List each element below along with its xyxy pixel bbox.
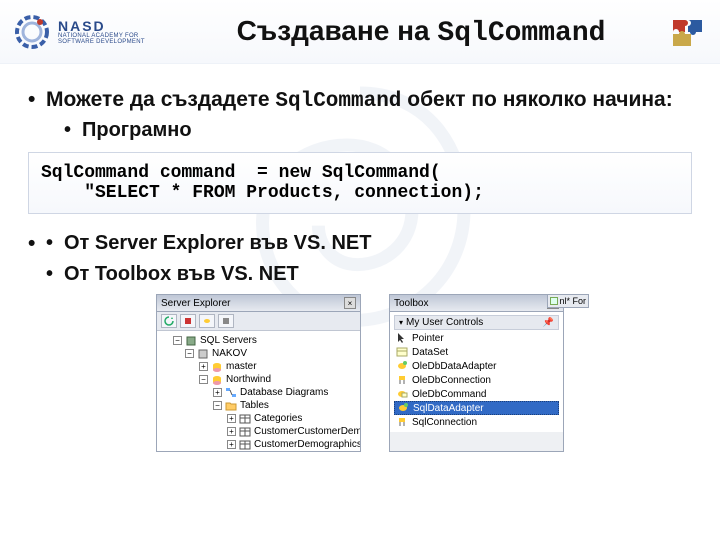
logo: NASD NATIONAL ACADEMY FOR SOFTWARE DEVEL… [12, 12, 182, 52]
server-icon [185, 335, 197, 347]
adapter-icon [397, 402, 409, 414]
toolbox-item[interactable]: SqlConnection [394, 415, 559, 429]
tree-row[interactable]: −Tables [161, 399, 356, 412]
toolbox-titlebar: Toolbox × [390, 295, 563, 312]
puzzle-icon [668, 12, 708, 52]
bullet-sub-1: Програмно [46, 119, 692, 142]
bullet-sub-2: От Server Explorer във VS. NET [28, 232, 692, 255]
toolbar-refresh-button[interactable] [161, 314, 177, 328]
tree-row[interactable]: +CustomerDemographics [161, 438, 356, 451]
tree-row[interactable]: +Database Diagrams [161, 386, 356, 399]
adapter-icon [396, 360, 408, 372]
slide-title: Създаване на SqlCommand [182, 15, 660, 49]
connection-icon [396, 374, 408, 386]
tree-row[interactable]: −Northwind [161, 373, 356, 386]
brand-name: NASD [58, 19, 145, 33]
toolbar-server-button[interactable] [218, 314, 234, 328]
pin-icon[interactable]: 📌 [543, 317, 554, 328]
dataset-icon [396, 346, 408, 358]
overflow-tab: nl* For [547, 294, 589, 308]
toolbox-list[interactable]: ▾ My User Controls 📌 Pointer DataSet Ole… [390, 312, 563, 432]
diagram-icon [225, 387, 237, 399]
brand-subtitle-2: SOFTWARE DEVELOPMENT [58, 39, 145, 45]
toolbox-section-header[interactable]: ▾ My User Controls 📌 [394, 315, 559, 330]
bullet-main-code: SqlCommand [275, 90, 401, 113]
database-icon [211, 374, 223, 386]
toolbox-panel: nl* For Toolbox × ▾ My User Controls 📌 P… [389, 294, 564, 452]
database-icon [211, 361, 223, 373]
tree-row[interactable]: −NAKOV [161, 347, 356, 360]
pointer-icon [396, 332, 408, 344]
table-icon [239, 439, 251, 451]
form-icon [550, 297, 558, 305]
server-node-icon [197, 348, 209, 360]
code-block: SqlCommand command = new SqlCommand( "SE… [28, 152, 692, 214]
toolbox-item[interactable]: DataSet [394, 345, 559, 359]
collapse-icon: ▾ [399, 318, 403, 327]
toolbox-item-selected[interactable]: SqlDataAdapter [394, 401, 559, 415]
toolbox-item[interactable]: Pointer [394, 331, 559, 345]
tree-row[interactable]: +Categories [161, 412, 356, 425]
server-explorer-panel: Server Explorer × −SQL Servers −NAKOV +m… [156, 294, 361, 452]
table-icon [239, 413, 251, 425]
tree-row[interactable]: −SQL Servers [161, 334, 356, 347]
toolbar-stop-button[interactable] [180, 314, 196, 328]
toolbar-connect-button[interactable] [199, 314, 215, 328]
toolbox-item[interactable]: OleDbCommand [394, 387, 559, 401]
bullet-main-text-1: Можете да създадете [46, 88, 275, 111]
table-icon [239, 426, 251, 438]
header-bar: NASD NATIONAL ACADEMY FOR SOFTWARE DEVEL… [0, 0, 720, 64]
toolbox-item[interactable]: OleDbDataAdapter [394, 359, 559, 373]
folder-icon [225, 400, 237, 412]
toolbox-title: Toolbox [394, 298, 428, 309]
bullet-sub-3: От Toolbox във VS. NET [28, 263, 692, 286]
title-text: Създаване на [237, 15, 438, 46]
server-explorer-title: Server Explorer [161, 298, 230, 309]
bullet-main: Можете да създадете SqlCommand обект по … [28, 88, 692, 142]
server-explorer-titlebar: Server Explorer × [157, 295, 360, 312]
server-explorer-toolbar [157, 312, 360, 331]
logo-ring-icon [12, 12, 52, 52]
tree-row[interactable]: +CustomerCustomerDemo [161, 425, 356, 438]
connection-icon [396, 416, 408, 428]
toolbox-item[interactable]: OleDbConnection [394, 373, 559, 387]
command-icon [396, 388, 408, 400]
title-code: SqlCommand [437, 18, 605, 49]
close-icon[interactable]: × [344, 297, 356, 309]
bullet-main-text-2: обект по няколко начина: [401, 88, 672, 111]
server-explorer-tree[interactable]: −SQL Servers −NAKOV +master −Northwind +… [157, 331, 360, 451]
tree-row[interactable]: +master [161, 360, 356, 373]
